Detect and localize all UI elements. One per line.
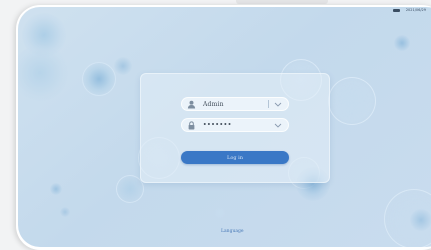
battery-icon <box>392 8 400 12</box>
login-card: Admin ••••••• Log in <box>140 73 330 183</box>
background-bubble <box>384 189 431 247</box>
username-field[interactable]: Admin <box>181 97 289 111</box>
top-bezel-strip <box>236 0 328 4</box>
login-screen: 2021/06/29 Admin ••••••• Log in Language <box>18 7 431 247</box>
background-bubble <box>22 13 66 57</box>
background-bubble <box>114 57 132 75</box>
background-bubble <box>18 45 68 101</box>
status-time: 2021/06/29 <box>405 8 426 12</box>
login-button[interactable]: Log in <box>181 151 289 164</box>
password-value: ••••••• <box>203 122 232 128</box>
background-bubble <box>82 62 116 96</box>
chevron-down-icon[interactable] <box>273 122 282 128</box>
user-icon <box>186 99 196 109</box>
username-value: Admin <box>203 100 224 108</box>
background-bubble <box>60 207 70 217</box>
status-bar: 2021/06/29 <box>392 8 426 12</box>
background-bubble <box>394 35 410 51</box>
background-bubble <box>50 183 62 195</box>
lock-icon <box>186 120 196 130</box>
background-bubble <box>214 207 226 219</box>
chevron-down-icon[interactable] <box>273 101 282 107</box>
language-link[interactable]: Language <box>221 229 244 234</box>
password-field[interactable]: ••••••• <box>181 118 289 132</box>
background-bubble <box>410 209 431 231</box>
background-bubble <box>328 77 376 125</box>
field-divider <box>268 100 269 108</box>
